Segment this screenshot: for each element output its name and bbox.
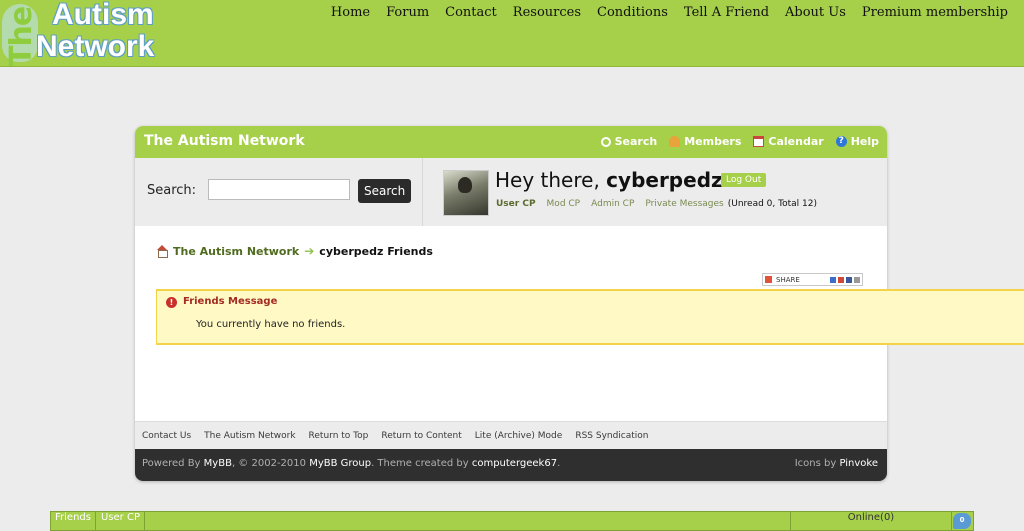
powered-period: . xyxy=(557,458,561,469)
nav-conditions[interactable]: Conditions xyxy=(589,5,676,21)
search-input[interactable] xyxy=(208,179,350,200)
mybb-link[interactable]: MyBB xyxy=(204,458,232,469)
share-label: SHARE xyxy=(776,275,800,284)
powered-copy: , © 2002-2010 xyxy=(231,458,306,469)
forum-header-links: Search Members Calendar ? Help xyxy=(600,135,879,148)
header-link-calendar[interactable]: Calendar xyxy=(753,135,824,148)
bottom-friends-tab[interactable]: Friends xyxy=(51,512,96,530)
digg-icon xyxy=(838,276,844,283)
admin-cp-link[interactable]: Admin CP xyxy=(591,199,634,209)
forum-header: The Autism Network Search Members Calend… xyxy=(135,126,887,158)
header-link-search[interactable]: Search xyxy=(600,135,658,148)
bottom-user-cp-tab[interactable]: User CP xyxy=(97,512,145,530)
private-messages-link[interactable]: Private Messages xyxy=(645,199,723,209)
footer-links: Contact Us The Autism Network Return to … xyxy=(135,421,887,449)
share-button[interactable]: SHARE xyxy=(762,273,863,286)
facebook-icon xyxy=(846,276,852,283)
site-header: The Autism Network Home Forum Contact Re… xyxy=(0,0,1024,67)
nav-tell-a-friend[interactable]: Tell A Friend xyxy=(676,5,777,21)
breadcrumb-home[interactable]: The Autism Network xyxy=(173,245,299,258)
site-logo[interactable]: The Autism Network xyxy=(0,0,200,66)
header-link-search-label: Search xyxy=(614,135,658,148)
home-icon[interactable] xyxy=(156,245,168,258)
nav-about-us[interactable]: About Us xyxy=(777,5,854,21)
footer-return-content[interactable]: Return to Content xyxy=(381,431,461,441)
username[interactable]: cyberpedz xyxy=(606,168,722,192)
chat-icon[interactable]: 0 xyxy=(953,513,971,529)
user-cp-link[interactable]: User CP xyxy=(496,199,536,209)
header-link-help-label: Help xyxy=(850,135,879,148)
footer-lite-mode[interactable]: Lite (Archive) Mode xyxy=(475,431,563,441)
header-link-members-label: Members xyxy=(684,135,742,148)
arrow-right-icon: ➔ xyxy=(304,244,315,258)
friends-message-title: Friends Message xyxy=(183,296,278,307)
logo-text-line2: Network xyxy=(36,30,155,63)
footer-autism-network[interactable]: The Autism Network xyxy=(204,431,295,441)
search-label: Search: xyxy=(147,183,197,198)
user-links: User CP Mod CP Admin CP Private Messages… xyxy=(496,199,817,209)
theme-credit: . Theme created by xyxy=(371,458,469,469)
powered-by: Powered By MyBB, © 2002-2010 MyBB Group.… xyxy=(142,458,560,469)
help-icon: ? xyxy=(835,136,847,147)
nav-premium-membership[interactable]: Premium membership xyxy=(854,5,1016,21)
greeting: Hey there, cyberpedz xyxy=(495,168,723,192)
bottom-online-status[interactable]: Online(0) xyxy=(790,512,952,530)
icons-by-label: Icons by xyxy=(794,458,837,469)
main-nav: Home Forum Contact Resources Conditions … xyxy=(323,5,1016,21)
pm-count: (Unread 0, Total 12) xyxy=(727,199,817,209)
logo-text-line1: Autism xyxy=(52,0,154,31)
nav-contact[interactable]: Contact xyxy=(437,5,505,21)
logout-button[interactable]: Log Out xyxy=(721,173,767,187)
breadcrumb: The Autism Network ➔ cyberpedz Friends xyxy=(156,244,433,258)
delicious-icon xyxy=(830,276,836,283)
forum-title[interactable]: The Autism Network xyxy=(144,133,305,149)
theme-author-link[interactable]: computergeek67 xyxy=(472,458,557,469)
nav-resources[interactable]: Resources xyxy=(505,5,589,21)
search-icon xyxy=(600,136,611,147)
header-link-calendar-label: Calendar xyxy=(768,135,824,148)
nav-home[interactable]: Home xyxy=(323,5,378,21)
share-plus-icon xyxy=(765,276,772,283)
breadcrumb-current: cyberpedz Friends xyxy=(319,244,433,258)
header-link-help[interactable]: ? Help xyxy=(835,135,879,148)
friends-message-body: You currently have no friends. xyxy=(196,319,346,330)
nav-forum[interactable]: Forum xyxy=(378,5,437,21)
friends-message: ! Friends Message You currently have no … xyxy=(156,289,1024,345)
powered-prefix: Powered By xyxy=(142,458,201,469)
copyright-bar: Powered By MyBB, © 2002-2010 MyBB Group.… xyxy=(135,449,887,481)
user-welcome-area: Hey there, cyberpedz Log Out User CP Mod… xyxy=(423,158,887,226)
error-icon: ! xyxy=(166,297,177,308)
footer-return-top[interactable]: Return to Top xyxy=(309,431,369,441)
search-button[interactable]: Search xyxy=(358,179,411,203)
header-link-members[interactable]: Members xyxy=(669,135,741,148)
mybb-group-link[interactable]: MyBB Group xyxy=(309,458,371,469)
mod-cp-link[interactable]: Mod CP xyxy=(547,199,581,209)
members-icon xyxy=(669,136,681,147)
search-area: Search: Search xyxy=(135,158,423,226)
bottom-toolbar: Friends User CP Online(0) 0 xyxy=(50,511,974,531)
greeting-text: Hey there, xyxy=(495,168,600,192)
more-icon xyxy=(854,276,860,283)
calendar-icon xyxy=(753,136,765,147)
icons-credit: Icons by Pinvoke xyxy=(795,458,878,469)
footer-contact-us[interactable]: Contact Us xyxy=(142,431,191,441)
avatar[interactable] xyxy=(443,170,489,216)
footer-rss[interactable]: RSS Syndication xyxy=(575,431,648,441)
icons-author-link[interactable]: Pinvoke xyxy=(839,458,878,469)
